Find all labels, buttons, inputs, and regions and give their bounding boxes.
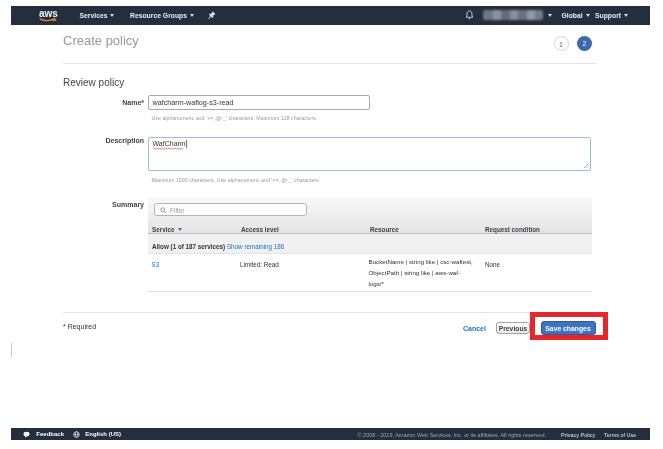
svg-text:aws: aws xyxy=(39,8,58,19)
